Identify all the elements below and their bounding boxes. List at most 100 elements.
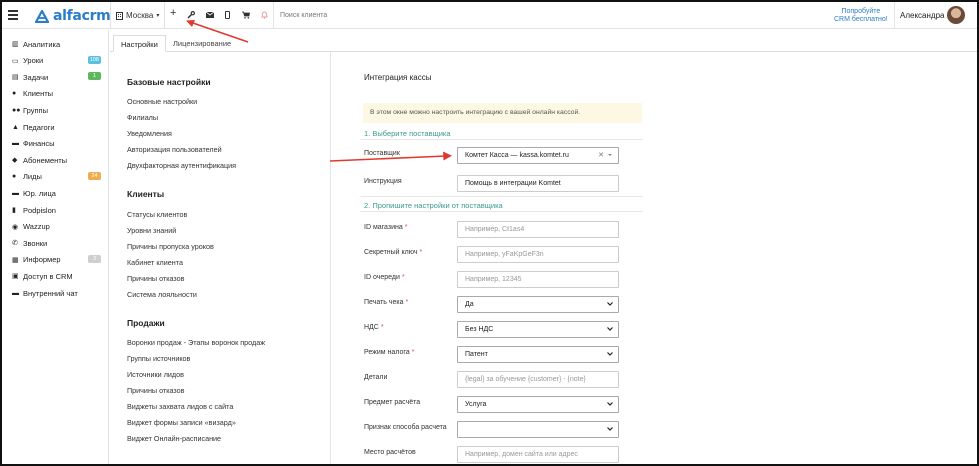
- settings-menu-item[interactable]: Основные настройки: [127, 97, 197, 106]
- settings-menu: Базовые настройки Основные настройки Филиа…: [110, 52, 331, 464]
- details-input[interactable]: {legal} за обучение {customer} - {note}: [457, 371, 619, 388]
- annotation-arrow-provider: [329, 151, 452, 162]
- app-window: alfacrm Москва ▾ + Поиск клиента Попробу…: [0, 0, 979, 466]
- settings-menu-item[interactable]: Авторизация пользователей: [127, 145, 222, 154]
- sidebar-item-label: Информер: [23, 255, 61, 265]
- sidebar-item[interactable]: ▦ Информер 3: [12, 254, 107, 266]
- payment-place-label: Место расчётов: [364, 449, 416, 456]
- queue-id-input[interactable]: Например, 12345: [457, 271, 619, 288]
- sidebar-item-label: Podpislon: [23, 205, 56, 215]
- sidebar-item[interactable]: ▬ Финансы: [12, 138, 107, 150]
- secret-key-input[interactable]: Например, yFaKpGeF3n: [457, 246, 619, 263]
- sidebar-item[interactable]: ●● Группы: [12, 104, 107, 116]
- shop-id-label: ID магазина *: [364, 224, 408, 231]
- sidebar-item[interactable]: ▲ Педагоги: [12, 121, 107, 133]
- provider-value: Комтет Касса — kassa.komtet.ru: [465, 152, 569, 159]
- settings-menu-item[interactable]: Система лояльности: [127, 290, 197, 299]
- calendar-icon: ▭: [12, 57, 19, 65]
- page-title: Интеграция кассы: [364, 73, 432, 82]
- client-search-input[interactable]: Поиск клиента: [280, 12, 327, 19]
- sidebar-item[interactable]: ▮ Podpislon: [12, 204, 107, 216]
- money-icon: ▬: [12, 140, 19, 148]
- sidebar-item[interactable]: ▣ Доступ в CRM: [12, 270, 107, 282]
- informer-icon: ▦: [12, 256, 19, 264]
- shop-id-input[interactable]: Например, Ct1as4: [457, 221, 619, 238]
- clear-icon[interactable]: ✕: [598, 151, 604, 159]
- info-alert: В этом окне можно настроить интеграцию с…: [363, 103, 642, 123]
- sidebar-item-label: Аналитика: [23, 39, 61, 49]
- add-icon[interactable]: +: [170, 8, 176, 19]
- try-free-link[interactable]: Попробуйте CRM бесплатно!: [834, 8, 888, 24]
- sidebar-item[interactable]: ✆ Звонки: [12, 237, 107, 249]
- settings-menu-item[interactable]: Двухфакторная аутентификация: [127, 161, 236, 170]
- payment-subject-select[interactable]: Услуга: [457, 396, 619, 413]
- sidebar-item-label: Юр. лица: [23, 188, 56, 198]
- phone-icon: ✆: [12, 240, 18, 248]
- tax-mode-select[interactable]: Патент: [457, 346, 619, 363]
- chevron-down-icon: ▾: [156, 13, 160, 19]
- sidebar-item[interactable]: ● Клиенты: [12, 88, 107, 100]
- secret-key-label: Секретный ключ *: [364, 249, 423, 256]
- user-name[interactable]: Александра: [900, 11, 944, 20]
- settings-menu-item[interactable]: Причины пропуска уроков: [127, 242, 214, 251]
- logo[interactable]: alfacrm: [34, 8, 111, 24]
- provider-select[interactable]: Комтет Касса — kassa.komtet.ru ✕: [457, 147, 619, 164]
- count-badge: 24: [88, 171, 101, 180]
- sidebar-item-label: Клиенты: [23, 89, 54, 99]
- tasks-icon: ▤: [12, 74, 19, 82]
- payment-place-input[interactable]: Например, домен сайта или адрес: [457, 446, 619, 463]
- settings-menu-item[interactable]: Воронки продаж - Этапы воронок продаж: [127, 338, 265, 347]
- sidebar-item[interactable]: ▥ Аналитика: [12, 38, 107, 50]
- settings-menu-item[interactable]: Виджет формы записи «визард»: [127, 418, 236, 427]
- settings-menu-item[interactable]: Уровни знаний: [127, 226, 176, 235]
- instruction-label: Инструкция: [364, 178, 402, 185]
- sidebar: ▥ Аналитика ▭ Уроки 108 ▤ Задачи 1 ● Клиенты ●● Гру…: [2, 30, 109, 464]
- sidebar-item-label: Лиды: [23, 172, 42, 182]
- settings-menu-item[interactable]: Статусы клиентов: [127, 210, 187, 219]
- payment-subject-label: Предмет расчёта: [364, 399, 421, 406]
- print-receipt-select[interactable]: Да: [457, 296, 619, 313]
- sidebar-item[interactable]: ▬ Юр. лица: [12, 187, 107, 199]
- settings-menu-item[interactable]: Кабинет клиента: [127, 258, 183, 267]
- tag-icon: ◆: [12, 157, 18, 165]
- briefcase-icon: ▬: [12, 189, 19, 197]
- section-heading-base: Базовые настройки: [127, 77, 211, 87]
- settings-menu-item[interactable]: Источники лидов: [127, 370, 184, 379]
- settings-menu-item[interactable]: Филиалы: [127, 113, 158, 122]
- tax-mode-value: Патент: [465, 351, 488, 358]
- sidebar-item[interactable]: ◉ Wazzup: [12, 221, 107, 233]
- sidebar-item[interactable]: ▭ Уроки 108: [12, 55, 107, 67]
- tab-settings[interactable]: Настройки: [113, 35, 166, 52]
- section-heading-sales: Продажи: [127, 318, 165, 328]
- chevron-down-icon: [608, 154, 612, 156]
- count-badge: 3: [88, 254, 101, 263]
- vat-select[interactable]: Без НДС: [457, 321, 619, 338]
- bell-icon[interactable]: [261, 11, 268, 19]
- user-icon: ●: [12, 90, 17, 98]
- sidebar-item-label: Уроки: [23, 56, 44, 66]
- instruction-link[interactable]: Помощь в интеграции Komtet: [457, 175, 619, 192]
- sidebar-item[interactable]: ◆ Абонементы: [12, 154, 107, 166]
- settings-menu-item[interactable]: Причины отказов: [127, 274, 184, 283]
- settings-menu-item[interactable]: Группы источников: [127, 354, 190, 363]
- sidebar-item-label: Задачи: [23, 72, 49, 82]
- settings-menu-item[interactable]: Виджет Онлайн-расписание: [127, 434, 221, 443]
- print-receipt-label: Печать чека *: [364, 299, 409, 306]
- settings-menu-item[interactable]: Уведомления: [127, 129, 172, 138]
- payment-method-select[interactable]: [457, 421, 619, 438]
- city-selector[interactable]: Москва ▾: [116, 11, 159, 20]
- building-icon: [116, 11, 123, 20]
- sidebar-item-label: Группы: [23, 105, 48, 115]
- avatar[interactable]: [947, 6, 965, 24]
- graduation-icon: ▲: [12, 123, 19, 131]
- sidebar-item[interactable]: ▬ Внутренний чат: [12, 287, 107, 299]
- users-icon: ●●: [12, 106, 21, 114]
- sidebar-item[interactable]: ● Лиды 24: [12, 171, 107, 183]
- chevron-down-icon: [607, 352, 613, 356]
- sidebar-item[interactable]: ▤ Задачи 1: [12, 71, 107, 83]
- vat-label: НДС *: [364, 324, 384, 331]
- settings-menu-item[interactable]: Виджеты захвата лидов с сайта: [127, 402, 233, 411]
- section-heading-clients: Клиенты: [127, 189, 165, 199]
- menu-icon[interactable]: [8, 10, 18, 20]
- settings-menu-item[interactable]: Причины отказов: [127, 386, 184, 395]
